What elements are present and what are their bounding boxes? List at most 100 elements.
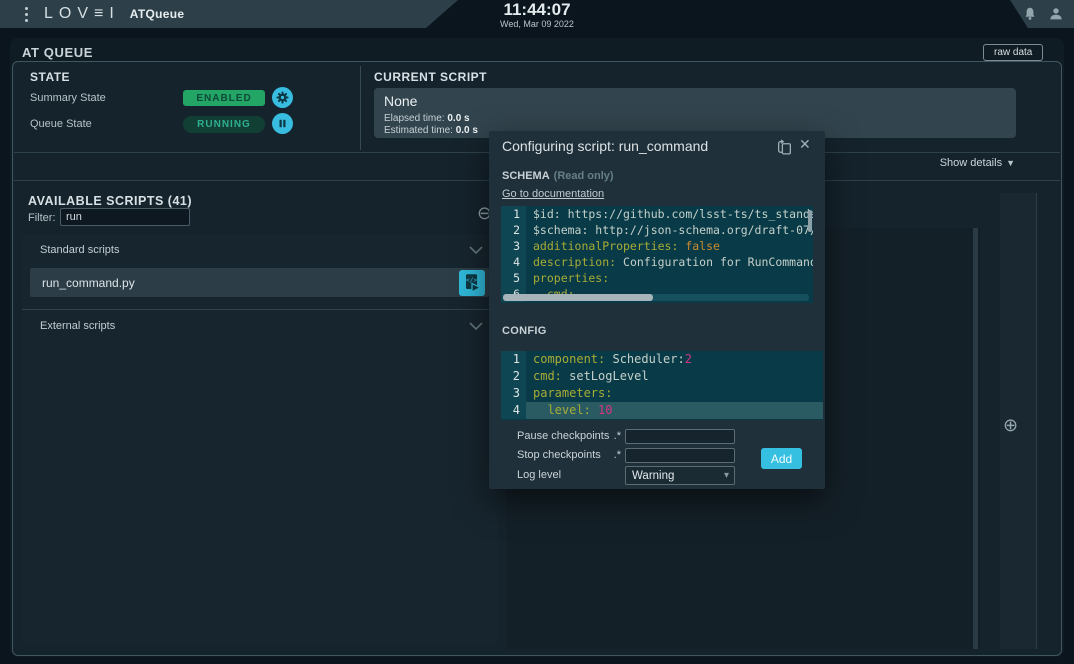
log-level-select[interactable]: Warning ▾ <box>625 466 735 485</box>
pause-queue-button[interactable] <box>272 113 293 134</box>
summary-state-badge: ENABLED <box>183 90 265 106</box>
script-group: Standard scripts run_command.py </> <box>22 234 497 297</box>
close-icon[interactable]: ✕ <box>799 136 811 153</box>
elapsed-time: Elapsed time: 0.0 s <box>384 113 470 124</box>
notifications-bell-icon[interactable] <box>1022 6 1038 22</box>
code-line: 5properties: <box>501 270 813 286</box>
line-number: 2 <box>501 368 526 385</box>
line-number: 3 <box>501 238 526 254</box>
chevron-down-icon <box>469 246 483 254</box>
code-text: properties: <box>526 270 609 286</box>
chevron-down-icon: ▾ <box>724 470 734 481</box>
copy-config-button[interactable] <box>775 139 793 157</box>
filter-input[interactable] <box>60 208 190 226</box>
gear-icon <box>275 90 290 105</box>
app-root: LOV≡I ATQueue 11:44:07 Wed, Mar 09 2022 … <box>0 0 1074 664</box>
code-line: 3parameters: <box>501 385 823 402</box>
current-script-title: CURRENT SCRIPT <box>374 70 487 84</box>
schema-code-lines: 1$id: https://github.com/lsst-ts/ts_stan… <box>501 206 813 302</box>
pause-icon <box>275 116 290 131</box>
expand-panel-icon[interactable]: ⊕ <box>1003 415 1018 436</box>
chevron-down-icon <box>469 322 483 330</box>
script-group-header[interactable]: Standard scripts <box>22 234 497 266</box>
add-button[interactable]: Add <box>761 448 802 469</box>
modal-title: Configuring script: run_command <box>502 138 708 154</box>
line-number: 1 <box>501 351 526 368</box>
user-icon[interactable] <box>1048 6 1064 22</box>
pause-checkpoints-label: Pause checkpoints <box>517 430 609 442</box>
scripts-list: Standard scripts run_command.py </> Externa… <box>22 234 497 342</box>
stop-checkpoints-regex: .* <box>607 449 621 461</box>
menu-icon[interactable] <box>16 7 36 22</box>
log-level-value: Warning <box>626 470 724 482</box>
launch-script-button[interactable]: </> <box>459 270 485 296</box>
config-code-lines: 1component: Scheduler:22cmd: setLogLevel… <box>501 351 823 419</box>
stop-checkpoints-input[interactable] <box>625 448 735 463</box>
schema-code-editor[interactable]: 1$id: https://github.com/lsst-ts/ts_stan… <box>501 206 813 303</box>
code-text: cmd: setLogLevel <box>526 368 649 385</box>
script-row[interactable]: run_command.py </> <box>30 268 489 297</box>
current-script-name: None <box>384 93 417 109</box>
scrollbar-thumb[interactable] <box>503 294 653 301</box>
code-text: component: Scheduler:2 <box>526 351 692 368</box>
code-line: 4 level: 10 <box>501 402 823 419</box>
state-title: STATE <box>30 70 70 84</box>
line-number: 1 <box>501 206 526 222</box>
stop-checkpoints-label: Stop checkpoints <box>517 449 601 461</box>
summary-state-label: Summary State <box>30 92 106 104</box>
scrollbar-track[interactable] <box>973 228 978 649</box>
code-text: $id: https://github.com/lsst-ts/ts_stand… <box>526 206 813 222</box>
script-group-label: External scripts <box>40 320 115 332</box>
configure-script-modal: Configuring script: run_command ✕ SCHEMA… <box>489 131 825 489</box>
code-line: 4description: Configuration for RunComma… <box>501 254 813 270</box>
copy-icon <box>776 139 793 156</box>
scripts-panel: Standard scripts run_command.py </> Externa… <box>22 234 497 645</box>
launch-script-icon: </> <box>460 271 484 295</box>
collapsed-column: ⊕ <box>1000 193 1037 649</box>
show-details-label: Show details <box>940 157 1002 169</box>
log-level-label: Log level <box>517 469 561 481</box>
config-code-editor[interactable]: 1component: Scheduler:22cmd: setLogLevel… <box>501 351 823 420</box>
filter-label: Filter: <box>28 212 56 224</box>
code-text: level: 10 <box>526 402 823 419</box>
script-group: External scripts <box>22 309 497 342</box>
script-group-label: Standard scripts <box>40 244 119 256</box>
triangle-down-icon: ▼ <box>1006 158 1015 168</box>
code-line: 3additionalProperties: false <box>501 238 813 254</box>
line-number: 3 <box>501 385 526 402</box>
show-details-toggle[interactable]: Show details ▼ <box>940 157 1015 169</box>
view-name: ATQueue <box>130 7 185 21</box>
queue-state-label: Queue State <box>30 118 92 130</box>
code-text: description: Configuration for RunComman… <box>526 254 813 270</box>
love-logo: LOV≡I <box>44 5 120 23</box>
code-line: 1component: Scheduler:2 <box>501 351 823 368</box>
read-only-note: (Read only) <box>554 170 614 182</box>
code-line: 2cmd: setLogLevel <box>501 368 823 385</box>
code-text: parameters: <box>526 385 612 402</box>
summary-state-settings-button[interactable] <box>272 87 293 108</box>
script-group-header[interactable]: External scripts <box>22 310 497 342</box>
pause-checkpoints-input[interactable] <box>625 429 735 444</box>
topbar-left: LOV≡I ATQueue <box>0 0 458 28</box>
schema-heading: SCHEMA(Read only) <box>502 170 614 182</box>
line-number: 5 <box>501 270 526 286</box>
line-number: 4 <box>501 254 526 270</box>
documentation-link[interactable]: Go to documentation <box>502 188 604 200</box>
estimated-time: Estimated time: 0.0 s <box>384 125 478 136</box>
page-title: AT QUEUE <box>22 45 93 60</box>
raw-data-button[interactable]: raw data <box>983 44 1043 61</box>
topbar-right <box>1000 0 1074 28</box>
available-scripts-title: AVAILABLE SCRIPTS (41) <box>28 194 192 208</box>
schema-horizontal-scrollbar[interactable] <box>503 294 809 301</box>
schema-vertical-scrollbar[interactable] <box>808 210 812 232</box>
state-divider <box>360 66 361 150</box>
code-text: additionalProperties: false <box>526 238 720 254</box>
script-name: run_command.py <box>30 276 135 290</box>
code-line: 1$id: https://github.com/lsst-ts/ts_stan… <box>501 206 813 222</box>
line-number: 4 <box>501 402 526 419</box>
line-number: 2 <box>501 222 526 238</box>
queue-state-badge: RUNNING <box>183 116 265 133</box>
config-heading: CONFIG <box>502 325 547 337</box>
code-text: $schema: http://json-schema.org/draft-07… <box>526 222 813 238</box>
pause-checkpoints-regex: .* <box>607 430 621 442</box>
